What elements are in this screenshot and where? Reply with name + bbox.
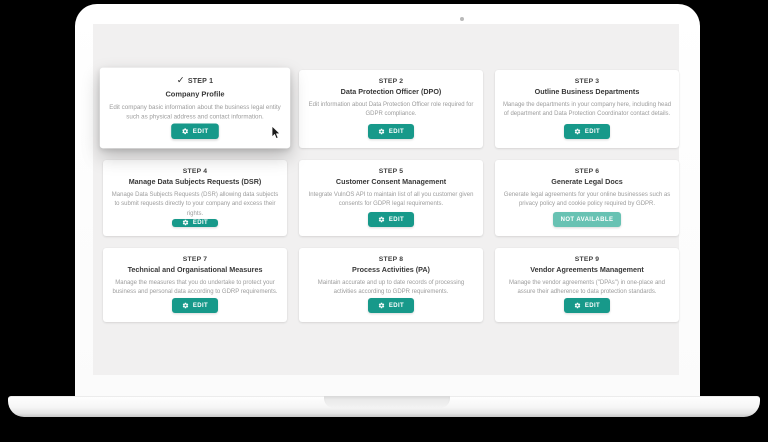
edit-button-step-5[interactable]: EDIT — [367, 212, 415, 227]
laptop-notch — [324, 396, 450, 408]
step-label: STEP 2 — [379, 78, 404, 85]
step-card-4: STEP 4 Manage Data Subjects Requests (DS… — [103, 160, 287, 236]
card-title: Company Profile — [165, 89, 225, 99]
webcam-dot-icon — [460, 17, 464, 21]
gear-icon — [378, 216, 385, 223]
edit-button-step-3[interactable]: EDIT — [563, 124, 611, 139]
step-number: STEP 2 — [378, 78, 404, 85]
gear-icon — [574, 302, 581, 309]
step-card-2: STEP 2 Data Protection Officer (DPO) Edi… — [299, 70, 483, 148]
step-number: STEP 1 — [187, 77, 214, 86]
step-number: STEP 4 — [182, 168, 208, 175]
gear-icon — [378, 128, 385, 135]
card-title: Generate Legal Docs — [551, 177, 623, 186]
gear-icon — [378, 302, 385, 309]
edit-button-step-9[interactable]: EDIT — [563, 298, 611, 313]
step-label: ✓ STEP 1 — [176, 74, 214, 87]
step-card-8: STEP 8 Process Activities (PA) Maintain … — [299, 248, 483, 322]
step-card-5: STEP 5 Customer Consent Management Integ… — [299, 160, 483, 236]
step-label: STEP 6 — [575, 168, 600, 175]
card-title: Vendor Agreements Management — [530, 265, 644, 274]
edit-button-step-4[interactable]: EDIT — [171, 218, 219, 227]
gear-icon — [182, 302, 189, 309]
step-number: STEP 5 — [378, 168, 404, 175]
step-number: STEP 3 — [574, 78, 600, 85]
check-icon: ✓ — [176, 74, 185, 86]
gear-icon — [182, 220, 189, 226]
edit-button-step-2[interactable]: EDIT — [367, 124, 415, 139]
edit-button-step-8[interactable]: EDIT — [367, 298, 415, 313]
card-description: Edit company basic information about the… — [109, 104, 281, 121]
card-title: Customer Consent Management — [335, 177, 447, 186]
not-available-button[interactable]: NOT AVAILABLE — [552, 212, 622, 227]
step-label: STEP 7 — [183, 256, 208, 263]
edit-button-step-1[interactable]: EDIT — [171, 123, 219, 140]
button-label: EDIT — [192, 302, 209, 309]
step-card-6: STEP 6 Generate Legal Docs Generate lega… — [495, 160, 679, 236]
edit-button-step-7[interactable]: EDIT — [171, 298, 219, 313]
button-label: EDIT — [192, 219, 209, 226]
button-label: NOT AVAILABLE — [560, 216, 614, 223]
card-description: Manage the departments in your company h… — [502, 102, 672, 118]
step-label: STEP 4 — [183, 168, 208, 175]
step-label: STEP 5 — [379, 168, 404, 175]
step-number: STEP 6 — [574, 168, 600, 175]
card-description: Generate legal agreements for your onlin… — [503, 192, 671, 208]
card-description: Edit information about Data Protection O… — [308, 102, 474, 118]
button-label: EDIT — [388, 302, 405, 309]
step-card-3: STEP 3 Outline Business Departments Mana… — [495, 70, 679, 148]
button-label: EDIT — [388, 216, 405, 223]
card-title: Technical and Organisational Measures — [127, 265, 263, 274]
button-label: EDIT — [192, 128, 209, 135]
step-card-9: STEP 9 Vendor Agreements Management Mana… — [495, 248, 679, 322]
step-number: STEP 8 — [378, 256, 404, 263]
button-label: EDIT — [584, 302, 601, 309]
step-card-1: ✓ STEP 1 Company Profile Edit company bas… — [99, 67, 291, 149]
card-title: Manage Data Subjects Requests (DSR) — [128, 177, 262, 186]
card-description: Manage the vendor agreements ("DPAs") in… — [509, 280, 665, 296]
step-label: STEP 3 — [575, 78, 600, 85]
button-label: EDIT — [584, 128, 601, 135]
card-title: Outline Business Departments — [534, 87, 640, 96]
card-description: Manage the measures that you do undertak… — [112, 280, 278, 296]
mouse-cursor-icon — [271, 126, 281, 140]
step-number: STEP 9 — [574, 256, 600, 263]
card-description: Integrate VulnOS API to maintain list of… — [308, 192, 474, 208]
card-description: Manage Data Subjects Requests (DSR) allo… — [111, 192, 279, 217]
gear-icon — [182, 128, 188, 135]
step-number: STEP 7 — [182, 256, 208, 263]
step-label: STEP 8 — [379, 256, 404, 263]
steps-grid: ✓ STEP 1 Company Profile Edit company bas… — [99, 67, 679, 322]
card-title: Data Protection Officer (DPO) — [340, 87, 442, 96]
card-description: Maintain accurate and up to date records… — [317, 280, 465, 296]
button-label: EDIT — [388, 128, 405, 135]
step-card-7: STEP 7 Technical and Organisational Meas… — [103, 248, 287, 322]
card-title: Process Activities (PA) — [352, 265, 430, 274]
gear-icon — [574, 128, 581, 135]
step-label: STEP 9 — [575, 256, 600, 263]
